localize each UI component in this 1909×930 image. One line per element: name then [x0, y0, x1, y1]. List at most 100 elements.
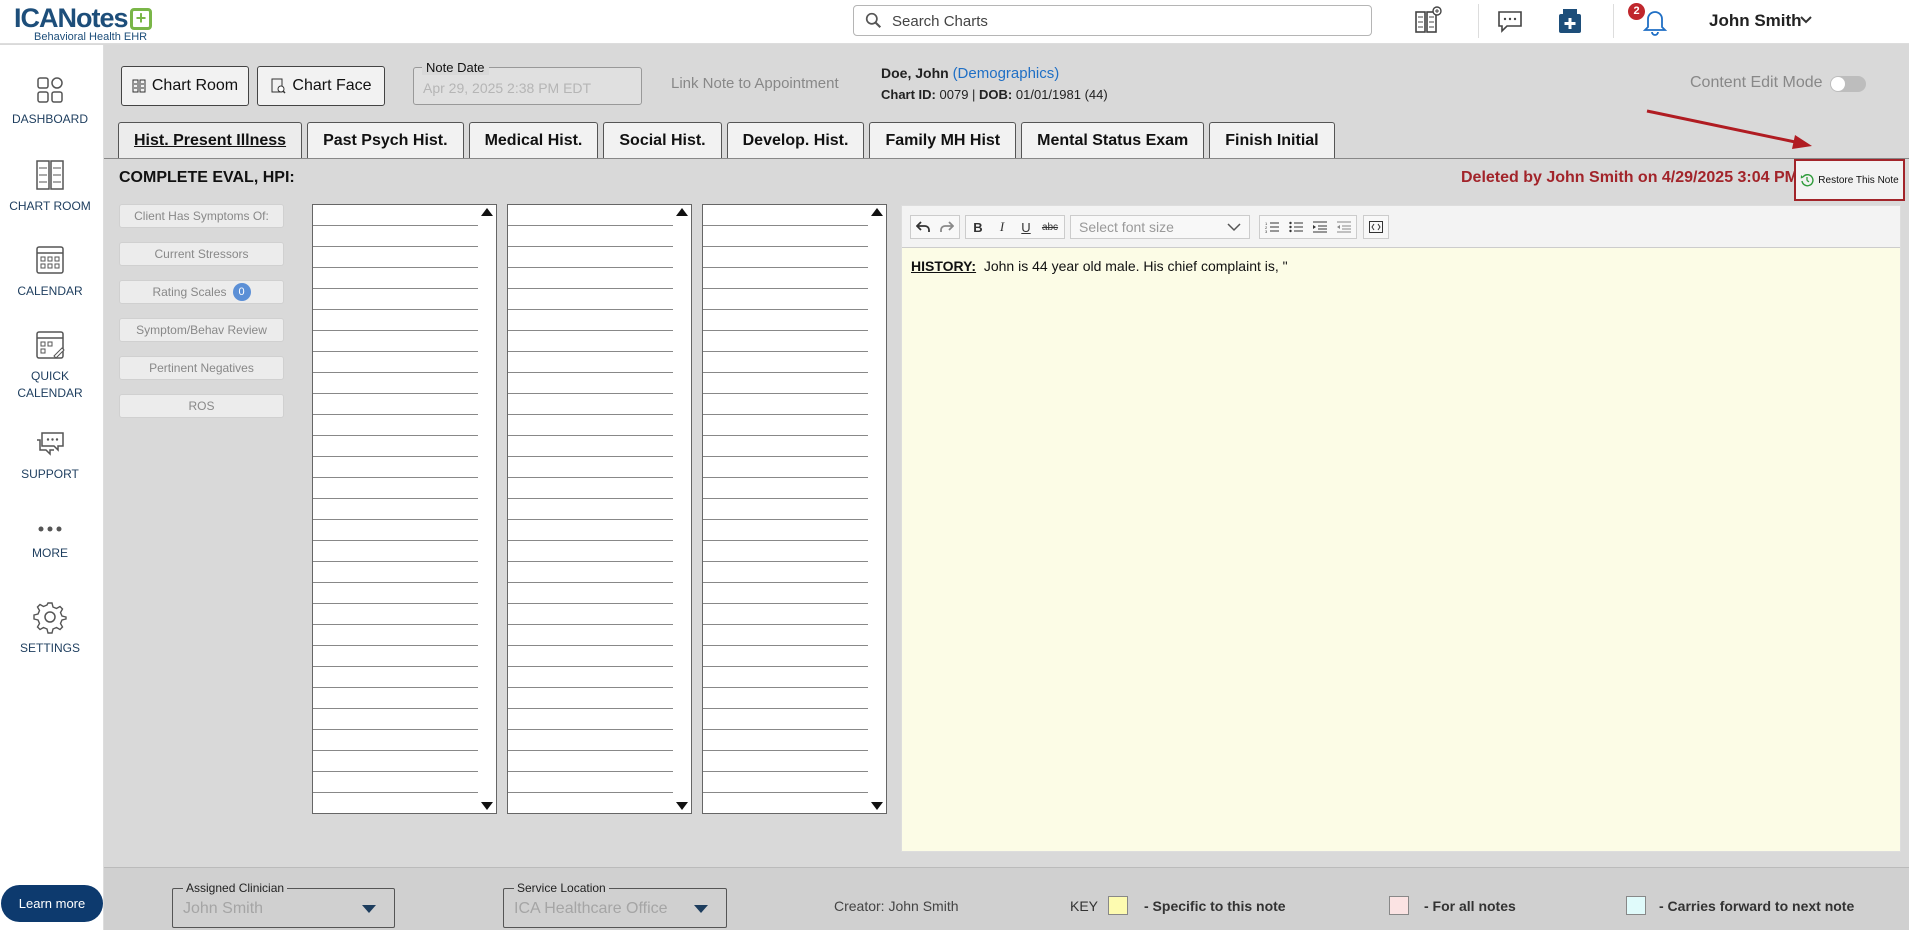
italic-icon[interactable]: I	[990, 216, 1014, 238]
chart-id-label: Chart ID:	[881, 87, 936, 102]
editor-content[interactable]: HISTORY: John is 44 year old male. His c…	[911, 258, 1288, 274]
sidebar-label: DASHBOARD	[11, 112, 88, 126]
key-label: KEY	[1070, 898, 1099, 914]
chat-icon[interactable]	[1495, 6, 1525, 36]
editor-toolbar: B I U abc Select font size 123	[902, 206, 1900, 248]
scroll-up-arrow[interactable]	[481, 208, 493, 216]
sidebar-item-settings[interactable]: SETTINGS	[0, 600, 100, 657]
service-location-label: Service Location	[514, 881, 609, 895]
chart-face-icon	[271, 78, 286, 94]
service-location-field[interactable]: Service Location ICA Healthcare Office	[503, 881, 727, 928]
list-rows[interactable]	[508, 205, 674, 813]
chevron-down-icon[interactable]	[1800, 15, 1812, 25]
category-current-stressors[interactable]: Current Stressors	[119, 242, 284, 266]
tab-social-hist[interactable]: Social Hist.	[603, 122, 722, 158]
category-ros[interactable]: ROS	[119, 394, 284, 418]
scroll-down-arrow[interactable]	[871, 802, 883, 810]
content-edit-toggle[interactable]	[1830, 76, 1866, 92]
list-rows[interactable]	[313, 205, 479, 813]
key-text-specific: - Specific to this note	[1144, 898, 1286, 914]
note-editor[interactable]: B I U abc Select font size 123 HISTORY: …	[901, 205, 1901, 852]
bold-icon[interactable]: B	[966, 216, 990, 238]
item-list-2[interactable]	[507, 204, 692, 814]
source-code-icon[interactable]	[1364, 216, 1388, 238]
chart-face-button[interactable]: Chart Face	[257, 66, 385, 106]
assigned-clinician-field[interactable]: Assigned Clinician John Smith	[172, 881, 395, 928]
indent-icon[interactable]	[1308, 216, 1332, 238]
tab-hist-present-illness[interactable]: Hist. Present Illness	[118, 122, 303, 158]
prescription-icon[interactable]	[1555, 6, 1585, 36]
sidebar-label: MORE	[32, 546, 68, 560]
history-group	[910, 215, 960, 239]
list-scrollbar[interactable]	[868, 205, 886, 813]
underline-icon[interactable]: U	[1014, 216, 1038, 238]
chevron-down-icon	[1227, 223, 1241, 232]
sidebar-item-support[interactable]: SUPPORT	[0, 430, 100, 483]
ordered-list-icon[interactable]: 123	[1260, 216, 1284, 238]
sidebar-item-more[interactable]: MORE	[0, 519, 100, 562]
sidebar-item-quick-calendar[interactable]: QUICK CALENDAR	[0, 328, 100, 402]
bullet-list-icon[interactable]	[1284, 216, 1308, 238]
item-list-1[interactable]	[312, 204, 497, 814]
sidebar-label: SETTINGS	[19, 641, 80, 655]
tab-develop-hist[interactable]: Develop. Hist.	[726, 122, 865, 158]
source-group	[1363, 215, 1389, 239]
more-icon	[38, 526, 62, 532]
tab-past-psych-hist[interactable]: Past Psych Hist.	[307, 122, 464, 158]
annotation-arrow	[1646, 109, 1812, 149]
demographics-link[interactable]: (Demographics)	[953, 65, 1060, 82]
left-sidebar: DASHBOARD CHART ROOM CALENDAR QUICK CALE…	[0, 45, 104, 930]
item-list-3[interactable]	[702, 204, 887, 814]
link-appointment-link[interactable]: Link Note to Appointment	[671, 75, 839, 92]
tab-finish-initial[interactable]: Finish Initial	[1209, 122, 1335, 158]
logo-text: ICANotes	[14, 3, 129, 33]
service-location-value: ICA Healthcare Office	[514, 900, 668, 917]
scroll-down-arrow[interactable]	[676, 802, 688, 810]
app-logo[interactable]: ICANotes + Behavioral Health EHR	[14, 3, 174, 43]
outdent-icon[interactable]	[1332, 216, 1356, 238]
note-date-field[interactable]: Note Date Apr 29, 2025 2:38 PM EDT	[413, 60, 642, 105]
sidebar-item-chart-room[interactable]: CHART ROOM	[0, 158, 100, 215]
category-symptom-behav-review[interactable]: Symptom/Behav Review	[119, 318, 284, 342]
chart-face-label: Chart Face	[292, 77, 372, 94]
list-group: 123	[1259, 215, 1357, 239]
logo-subtitle: Behavioral Health EHR	[34, 31, 148, 43]
category-rating-scales[interactable]: Rating Scales 0	[119, 280, 284, 304]
sidebar-item-calendar[interactable]: CALENDAR	[0, 243, 100, 300]
content-edit-mode-label: Content Edit Mode	[1690, 74, 1823, 91]
tab-family-mh-hist[interactable]: Family MH Hist	[869, 122, 1017, 158]
restore-note-button[interactable]: Restore This Note	[1794, 159, 1905, 201]
rating-scales-count: 0	[232, 283, 251, 301]
format-group: B I U abc	[965, 215, 1065, 239]
list-scrollbar[interactable]	[478, 205, 496, 813]
list-scrollbar[interactable]	[673, 205, 691, 813]
list-rows[interactable]	[703, 205, 869, 813]
chart-room-button[interactable]: Chart Room	[121, 66, 249, 106]
redo-icon[interactable]	[935, 216, 959, 238]
category-client-symptoms[interactable]: Client Has Symptoms Of:	[119, 204, 284, 228]
undo-icon[interactable]	[911, 216, 935, 238]
key-text-carries-forward: - Carries forward to next note	[1659, 898, 1855, 914]
section-title: COMPLETE EVAL, HPI:	[119, 169, 295, 186]
category-pertinent-negatives[interactable]: Pertinent Negatives	[119, 356, 284, 380]
chart-id-value: 0079	[939, 87, 969, 102]
sidebar-item-dashboard[interactable]: DASHBOARD	[0, 75, 100, 128]
notification-badge: 2	[1628, 3, 1645, 20]
scroll-down-arrow[interactable]	[481, 802, 493, 810]
dashboard-icon	[37, 77, 63, 103]
chart-room-add-icon[interactable]	[1413, 6, 1443, 36]
history-label: HISTORY:	[911, 258, 977, 274]
dob-value: 01/01/1981 (44)	[1015, 87, 1108, 102]
tab-mental-status-exam[interactable]: Mental Status Exam	[1021, 122, 1205, 158]
tab-medical-hist[interactable]: Medical Hist.	[468, 122, 599, 158]
user-name[interactable]: John Smith	[1709, 11, 1802, 31]
scroll-up-arrow[interactable]	[676, 208, 688, 216]
scroll-up-arrow[interactable]	[871, 208, 883, 216]
strikethrough-icon[interactable]: abc	[1038, 216, 1062, 238]
search-charts[interactable]	[853, 5, 1372, 36]
chart-room-icon	[132, 79, 146, 93]
note-date-value: Apr 29, 2025 2:38 PM EDT	[423, 80, 592, 96]
font-size-select[interactable]: Select font size	[1070, 215, 1250, 239]
search-input[interactable]	[892, 10, 1352, 32]
learn-more-button[interactable]: Learn more	[1, 885, 103, 922]
